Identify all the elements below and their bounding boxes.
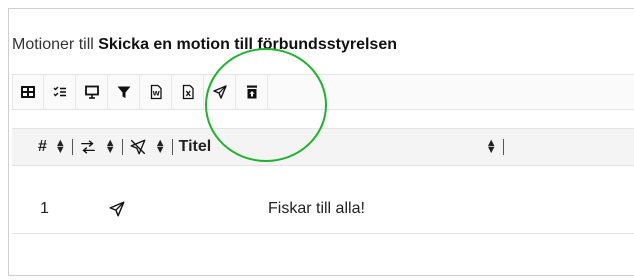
list-checks-icon xyxy=(53,86,66,97)
archive-icon xyxy=(246,85,257,99)
export-excel-button[interactable] xyxy=(172,75,204,109)
send-icon xyxy=(212,85,227,99)
row-send-cell xyxy=(108,200,268,218)
column-divider xyxy=(71,139,73,155)
column-divider xyxy=(171,139,173,155)
column-divider xyxy=(121,139,123,155)
column-sent[interactable]: ▲ ▼ xyxy=(129,129,166,165)
svg-text:W: W xyxy=(152,90,159,98)
table-toolbar: W xyxy=(12,74,634,110)
table-header: # ▲ ▼ ▲ ▼ ▲ ▼ Titel ▲ ▼ xyxy=(12,128,634,166)
sort-icon[interactable]: ▲ ▼ xyxy=(105,138,116,156)
export-word-button[interactable]: W xyxy=(140,75,172,109)
send-button[interactable] xyxy=(204,75,236,109)
title-prefix: Motioner till xyxy=(12,36,99,53)
column-title[interactable]: Titel ▲ ▼ xyxy=(179,129,497,165)
send-icon[interactable] xyxy=(108,200,126,218)
column-divider xyxy=(502,139,504,155)
row-title[interactable]: Fiskar till alla! xyxy=(268,200,365,218)
sort-icon[interactable]: ▲ ▼ xyxy=(55,138,66,156)
page-title: Motioner till Skicka en motion till förb… xyxy=(12,36,397,54)
filter-button[interactable] xyxy=(108,75,140,109)
column-order[interactable]: ▲ ▼ xyxy=(79,129,116,165)
swap-arrows-icon xyxy=(81,140,95,154)
sort-icon[interactable]: ▲ ▼ xyxy=(486,138,497,156)
sort-icon[interactable]: ▲ ▼ xyxy=(155,138,166,156)
table-row[interactable]: 1 Fiskar till alla! xyxy=(12,185,634,234)
row-number: 1 xyxy=(40,200,49,217)
excel-export-icon xyxy=(182,84,194,100)
table-icon xyxy=(21,86,35,98)
presentation-button[interactable] xyxy=(76,75,108,109)
send-slash-icon xyxy=(130,139,146,155)
word-export-icon: W xyxy=(150,84,162,100)
archive-button[interactable] xyxy=(236,75,268,109)
column-number-label: # xyxy=(38,138,47,155)
presentation-icon xyxy=(84,85,99,99)
column-number[interactable]: # ▲ ▼ xyxy=(12,129,66,165)
select-rows-button[interactable] xyxy=(44,75,76,109)
column-title-label: Titel xyxy=(178,138,212,155)
title-motion-name: Skicka en motion till förbundsstyrelsen xyxy=(98,36,397,53)
filter-icon xyxy=(117,86,130,98)
toggle-columns-button[interactable] xyxy=(12,75,44,109)
